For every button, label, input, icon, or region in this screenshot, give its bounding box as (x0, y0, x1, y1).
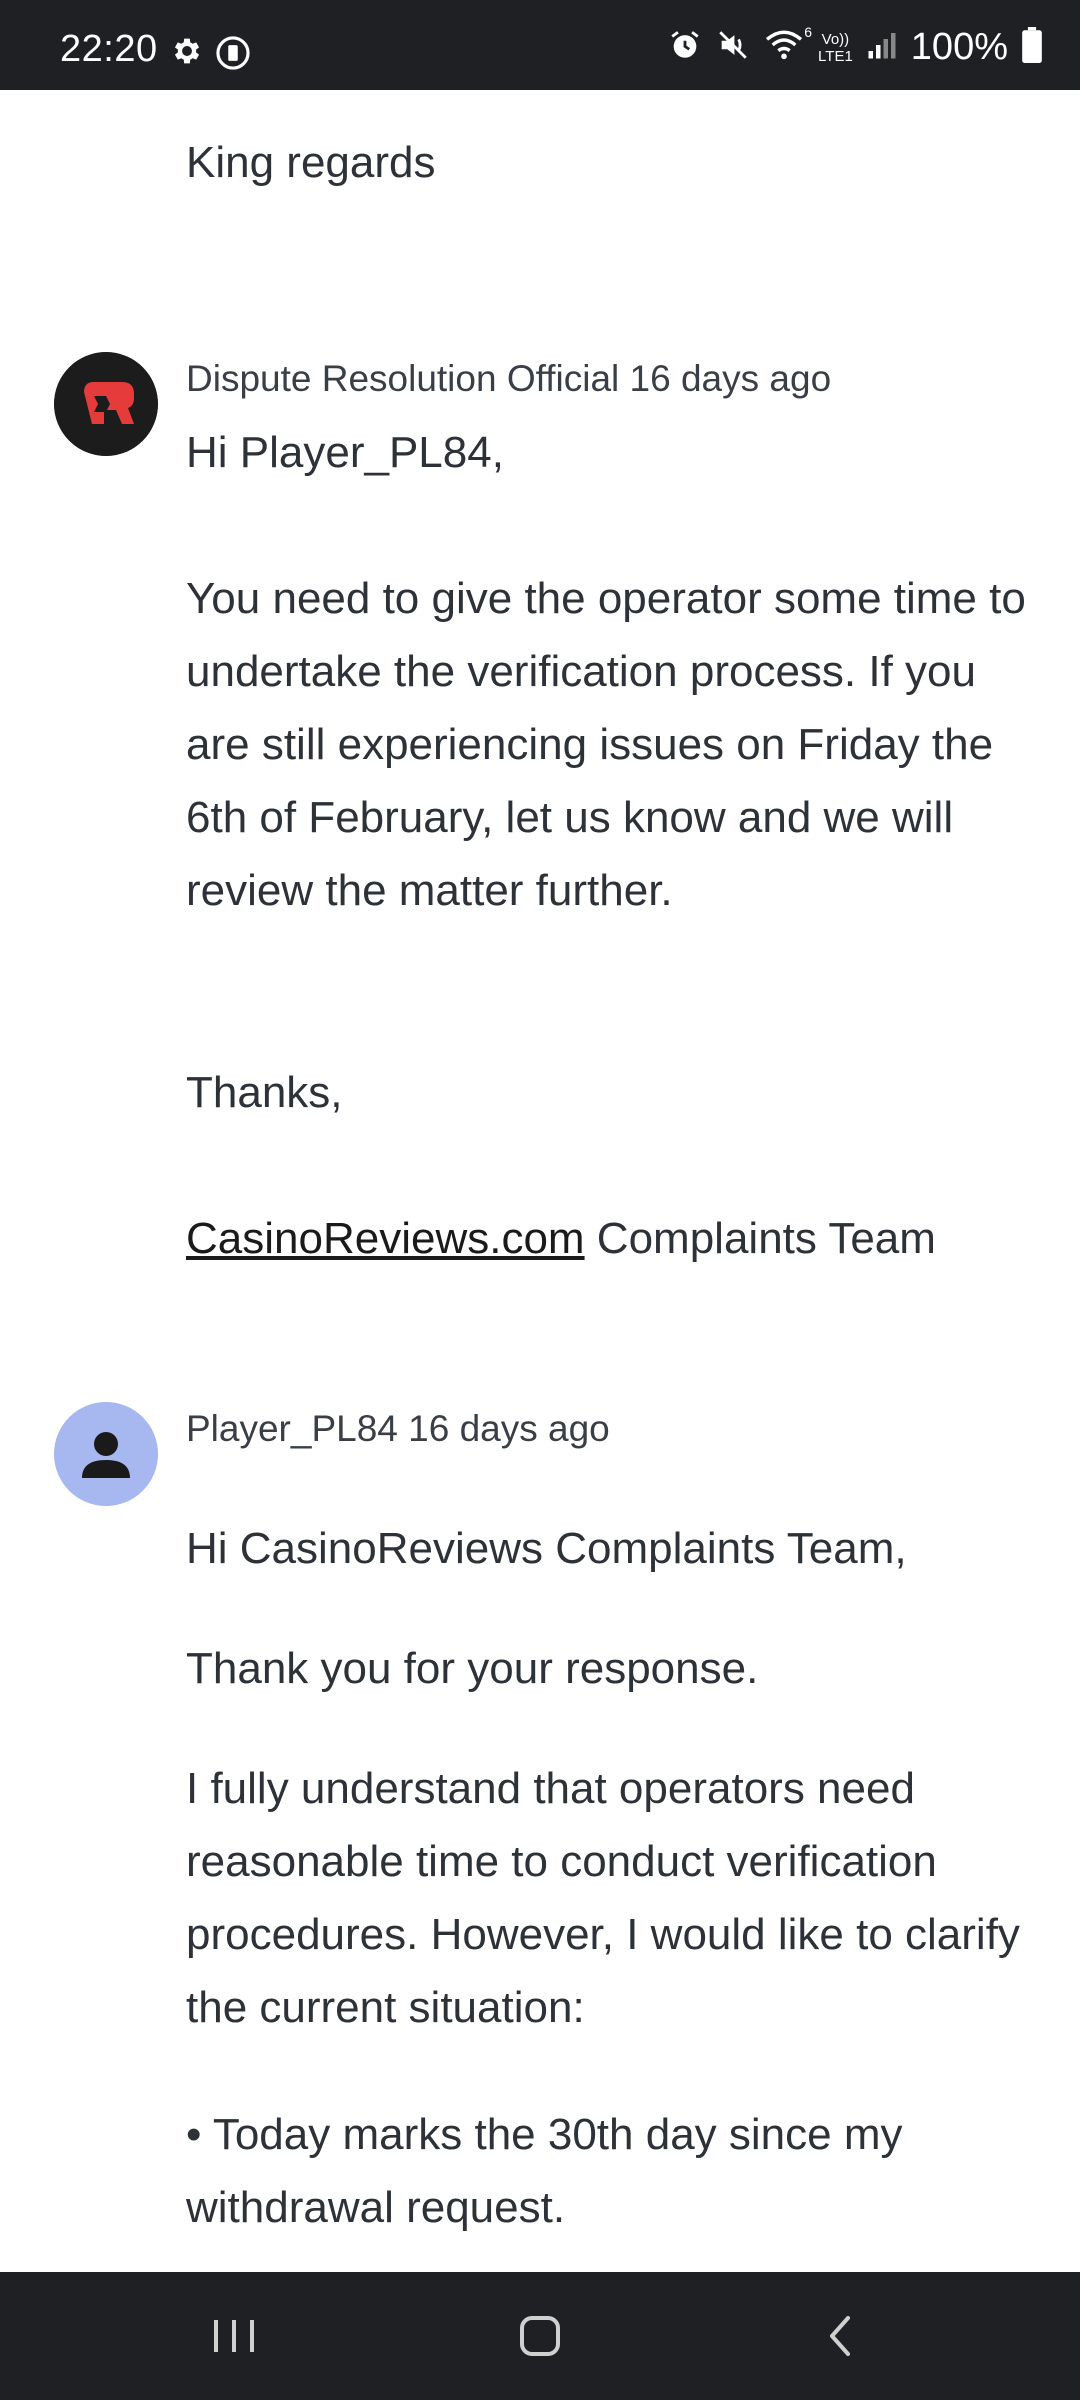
wifi-icon: 6 (764, 24, 812, 67)
comment-1-signature: CasinoReviews.com Complaints Team (186, 1202, 1026, 1275)
comment-2-author[interactable]: Player_PL84 (186, 1408, 398, 1449)
comment-2-thanks: Thank you for your response. (186, 1644, 759, 1693)
player-avatar[interactable] (54, 1402, 158, 1506)
casino-logo-icon (54, 352, 158, 456)
comment-1-greeting: Hi Player_PL84, (186, 428, 504, 477)
recents-icon[interactable] (210, 2306, 258, 2371)
lte-label: LTE1 (818, 47, 853, 65)
comment-1-meta: Dispute Resolution Official 16 days ago (186, 358, 831, 400)
official-avatar[interactable] (54, 352, 158, 456)
comments-thread[interactable]: King regards Dispute Resolution Official… (0, 90, 1080, 2272)
person-icon (54, 1402, 158, 1506)
comment-2-bullet: • Today marks the 30th day since my with… (186, 2110, 903, 2232)
data-saver-icon (214, 34, 252, 77)
volte-icon: Vo)) LTE1 (818, 31, 853, 65)
back-icon[interactable] (820, 2306, 860, 2371)
status-bar: 22:20 6 Vo)) LTE1 100% (0, 0, 1080, 90)
comment-1-thanks: Thanks, (186, 1068, 343, 1117)
comment-2-meta: Player_PL84 16 days ago (186, 1408, 610, 1450)
comment-1-paragraph: You need to give the operator some time … (186, 574, 1026, 915)
mute-icon (716, 28, 750, 67)
casinoreviews-link[interactable]: CasinoReviews.com (186, 1214, 585, 1263)
navigation-bar (0, 2272, 1080, 2400)
comment-2-time: 16 days ago (408, 1408, 610, 1449)
comment-1-author[interactable]: Dispute Resolution Official (186, 358, 619, 399)
comment-2-greeting: Hi CasinoReviews Complaints Team, (186, 1524, 907, 1573)
signal-icon (867, 30, 897, 65)
signature-team: Complaints Team (584, 1214, 936, 1263)
volte-label: Vo)) (821, 30, 850, 48)
battery-icon (1022, 27, 1042, 68)
alarm-icon (668, 28, 702, 67)
comment-2-paragraph: I fully understand that operators need r… (186, 1764, 1020, 2032)
comment-1-time: 16 days ago (629, 358, 832, 399)
battery-percent: 100% (910, 26, 1008, 68)
home-icon[interactable] (510, 2306, 570, 2371)
status-icons-right: 6 Vo)) LTE1 100% (668, 24, 1042, 69)
status-time: 22:20 (60, 28, 158, 70)
wifi-label: 6 (804, 24, 813, 40)
previous-message-tail: King regards (186, 138, 436, 187)
gear-icon (170, 34, 204, 73)
